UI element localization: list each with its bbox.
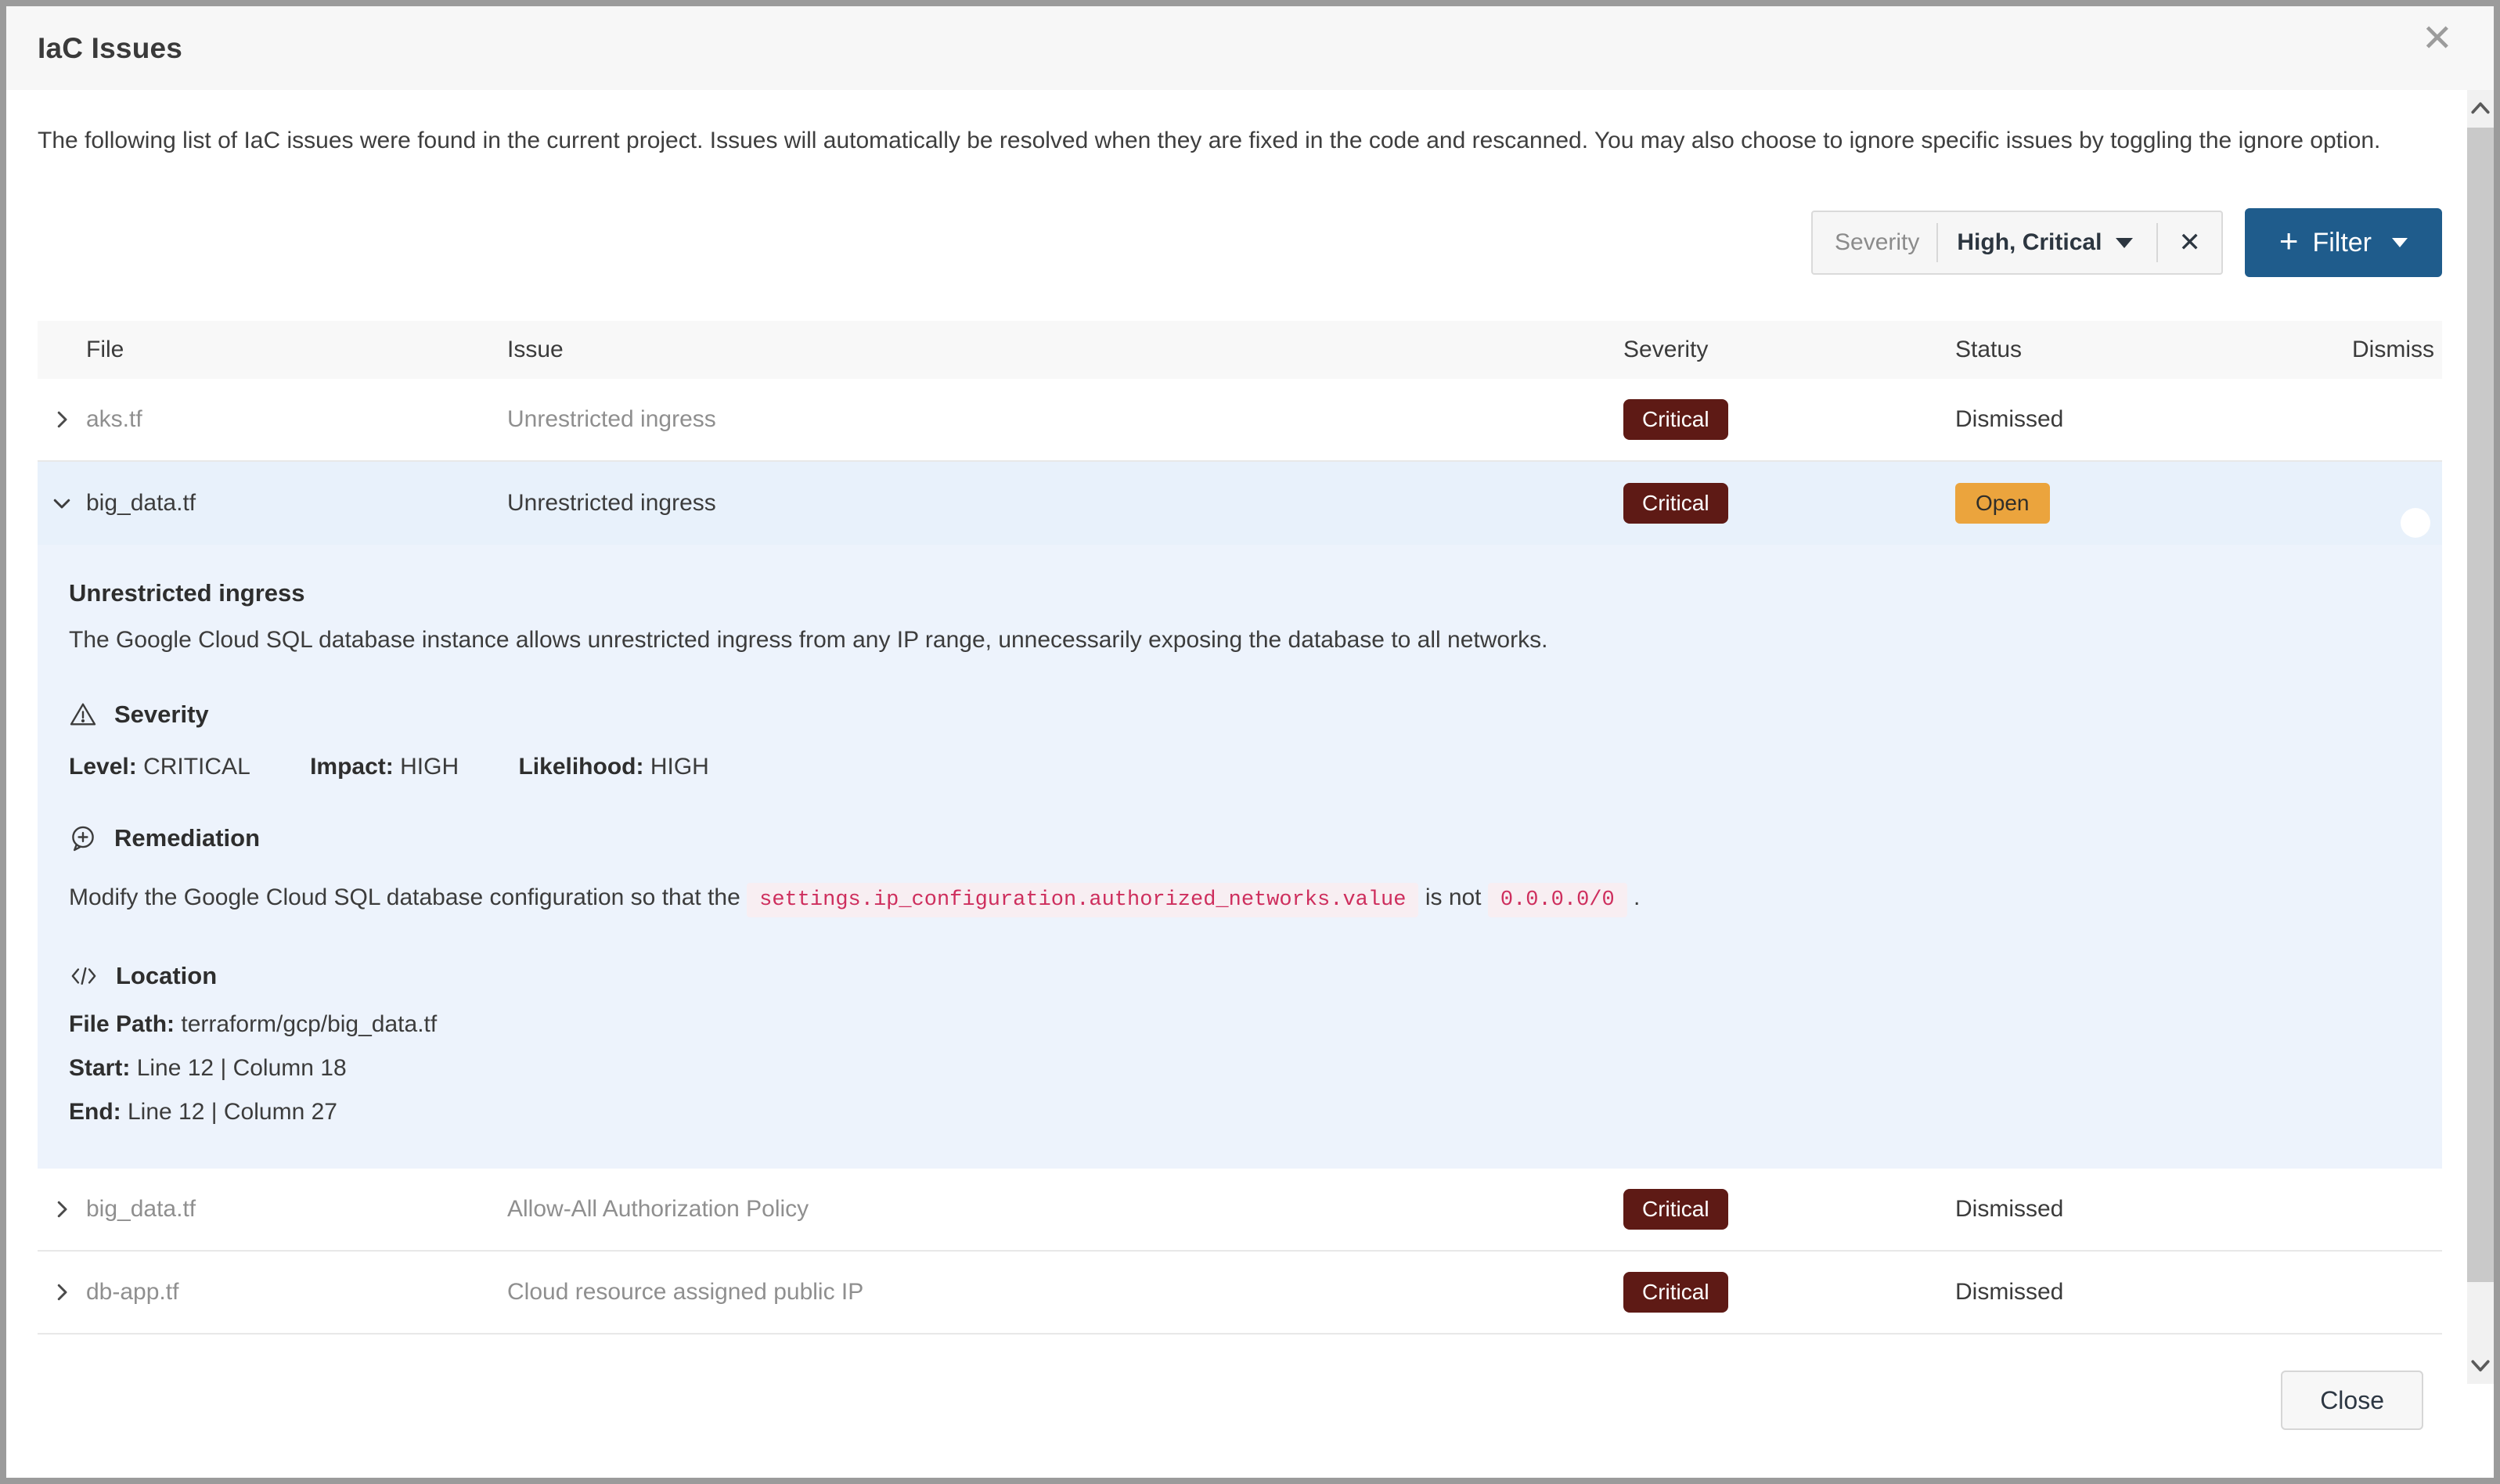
- detail-title: Unrestricted ingress: [69, 579, 2411, 607]
- cell-severity: Critical: [1623, 1189, 1955, 1230]
- column-header-status: Status: [1955, 337, 2317, 363]
- cell-issue: Unrestricted ingress: [507, 490, 1623, 517]
- start-line: Start: Line 12 | Column 18: [69, 1050, 2411, 1087]
- level-value: CRITICAL: [143, 754, 250, 780]
- remediation-prefix: Modify the Google Cloud SQL database con…: [69, 884, 740, 910]
- cell-file: aks.tf: [86, 406, 507, 433]
- dialog-title: IaC Issues: [38, 32, 182, 65]
- chevron-right-icon[interactable]: [38, 408, 86, 431]
- chevron-down-icon: [2116, 238, 2133, 248]
- remediation-section-heading: Remediation: [69, 824, 2411, 852]
- impact-value: HIGH: [400, 754, 459, 780]
- chevron-down-icon[interactable]: [38, 492, 86, 515]
- severity-section: Severity Level: CRITICAL Impact: HIGH Li…: [69, 701, 2411, 780]
- location-details: File Path: terraform/gcp/big_data.tf Sta…: [69, 1006, 2411, 1131]
- iac-issues-dialog: IaC Issues ✕ The following list of IaC i…: [0, 0, 2500, 1484]
- end-label: End:: [69, 1099, 121, 1125]
- code-icon: [69, 963, 99, 989]
- status-badge-open: Open: [1955, 483, 2050, 524]
- remediation-section: Remediation Modify the Google Cloud SQL …: [69, 824, 2411, 919]
- remove-filter-icon[interactable]: ✕: [2158, 227, 2221, 258]
- cell-severity: Critical: [1623, 483, 1955, 524]
- toggle-knob: [2401, 508, 2430, 538]
- severity-section-heading: Severity: [69, 701, 2411, 729]
- column-header-severity: Severity: [1623, 337, 1955, 363]
- remediation-suffix: .: [1634, 884, 1640, 910]
- scroll-down-icon[interactable]: [2467, 1348, 2494, 1384]
- chevron-down-icon: [2392, 238, 2408, 247]
- dialog-body: The following list of IaC issues were fo…: [6, 123, 2494, 1430]
- severity-values: Level: CRITICAL Impact: HIGH Likelihood:…: [69, 754, 2411, 780]
- start-value: Line 12 | Column 18: [137, 1055, 347, 1081]
- cell-severity: Critical: [1623, 399, 1955, 440]
- severity-badge: Critical: [1623, 1189, 1728, 1230]
- column-header-issue: Issue: [507, 337, 1623, 363]
- chevron-right-icon[interactable]: [38, 1280, 86, 1304]
- remediation-code: 0.0.0.0/0: [1488, 883, 1627, 917]
- cell-file: big_data.tf: [86, 1196, 507, 1223]
- severity-badge: Critical: [1623, 1272, 1728, 1313]
- end-line: End: Line 12 | Column 27: [69, 1093, 2411, 1131]
- scrollbar-thumb[interactable]: [2467, 128, 2494, 1282]
- plus-icon: +: [2279, 225, 2299, 257]
- impact-label: Impact:: [310, 754, 394, 780]
- table-row-expanded[interactable]: big_data.tf Unrestricted ingress Critica…: [38, 462, 2442, 545]
- file-path-value: terraform/gcp/big_data.tf: [181, 1011, 437, 1037]
- location-section: Location File Path: terraform/gcp/big_da…: [69, 962, 2411, 1131]
- dialog-header: IaC Issues: [6, 6, 2494, 90]
- cell-file: db-app.tf: [86, 1279, 507, 1306]
- dialog-footer: Close: [38, 1371, 2442, 1430]
- filter-row: Severity High, Critical ✕ + Filter: [38, 208, 2442, 277]
- cell-status: Dismissed: [1955, 406, 2317, 433]
- cell-status: Open: [1955, 483, 2317, 524]
- cell-status: Dismissed: [1955, 1196, 2317, 1223]
- file-path-label: File Path:: [69, 1011, 175, 1037]
- likelihood-value: HIGH: [650, 754, 709, 780]
- cell-issue: Allow-All Authorization Policy: [507, 1196, 1623, 1223]
- severity-heading-label: Severity: [114, 701, 209, 729]
- cell-status: Dismissed: [1955, 1279, 2317, 1306]
- severity-badge: Critical: [1623, 399, 1728, 440]
- cell-issue: Unrestricted ingress: [507, 406, 1623, 433]
- column-header-file: File: [86, 337, 507, 363]
- table-row[interactable]: big_data.tf Allow-All Authorization Poli…: [38, 1169, 2442, 1252]
- end-value: Line 12 | Column 27: [128, 1099, 337, 1125]
- filter-chip-value-dropdown[interactable]: High, Critical: [1938, 229, 2156, 256]
- comment-plus-icon: [69, 824, 97, 852]
- detail-description: The Google Cloud SQL database instance a…: [69, 625, 2411, 657]
- column-header-dismiss: Dismiss: [2352, 337, 2442, 363]
- filter-chip-value: High, Critical: [1957, 229, 2102, 256]
- issues-table: File Issue Severity Status Dismiss aks.t…: [38, 321, 2442, 1335]
- severity-badge: Critical: [1623, 483, 1728, 524]
- add-filter-label: Filter: [2312, 228, 2372, 258]
- add-filter-button[interactable]: + Filter: [2245, 208, 2442, 277]
- dialog-description: The following list of IaC issues were fo…: [38, 123, 2394, 158]
- severity-filter-chip: Severity High, Critical ✕: [1811, 211, 2223, 275]
- table-row[interactable]: aks.tf Unrestricted ingress Critical Dis…: [38, 379, 2442, 462]
- close-button[interactable]: Close: [2281, 1371, 2423, 1430]
- table-header-row: File Issue Severity Status Dismiss: [38, 321, 2442, 379]
- remediation-code: settings.ip_configuration.authorized_net…: [747, 883, 1418, 917]
- issue-detail-panel: Unrestricted ingress The Google Cloud SQ…: [38, 545, 2442, 1169]
- filter-chip-label: Severity: [1813, 229, 1936, 256]
- cell-file: big_data.tf: [86, 490, 507, 517]
- start-label: Start:: [69, 1055, 130, 1081]
- location-heading-label: Location: [116, 962, 217, 990]
- chevron-right-icon[interactable]: [38, 1198, 86, 1221]
- location-section-heading: Location: [69, 962, 2411, 990]
- cell-severity: Critical: [1623, 1272, 1955, 1313]
- remediation-text: Modify the Google Cloud SQL database con…: [69, 877, 2411, 919]
- level-label: Level:: [69, 754, 137, 780]
- remediation-middle: is not: [1425, 884, 1482, 910]
- remediation-heading-label: Remediation: [114, 824, 260, 852]
- likelihood-label: Likelihood:: [518, 754, 643, 780]
- close-icon[interactable]: ✕: [2422, 20, 2453, 58]
- file-path-line: File Path: terraform/gcp/big_data.tf: [69, 1006, 2411, 1043]
- scrollbar[interactable]: [2467, 90, 2494, 1384]
- cell-issue: Cloud resource assigned public IP: [507, 1279, 1623, 1306]
- warning-icon: [69, 701, 97, 729]
- scroll-up-icon[interactable]: [2467, 90, 2494, 126]
- table-row[interactable]: db-app.tf Cloud resource assigned public…: [38, 1252, 2442, 1335]
